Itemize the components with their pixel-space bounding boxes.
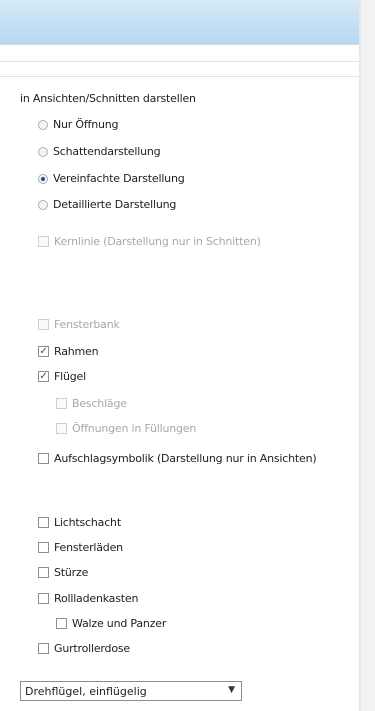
checkbox-label: Gurtrollerdose <box>54 642 130 655</box>
check-gurtrollerdose[interactable]: Gurtrollerdose <box>38 642 130 655</box>
check-rahmen[interactable]: ✓ Rahmen <box>38 345 99 358</box>
right-gutter <box>361 0 375 711</box>
checkbox[interactable] <box>38 453 49 464</box>
toolbar-divider <box>0 61 359 62</box>
check-beschlaege[interactable]: Beschläge <box>56 397 127 410</box>
checkbox[interactable] <box>38 517 49 528</box>
check-rollladenkasten[interactable]: Rollladenkasten <box>38 592 138 605</box>
check-fensterlaeden[interactable]: Fensterläden <box>38 541 123 554</box>
checkbox[interactable] <box>38 542 49 553</box>
check-lichtschacht[interactable]: Lichtschacht <box>38 516 121 529</box>
radio-button[interactable] <box>38 119 48 130</box>
check-fensterbank[interactable]: Fensterbank <box>38 318 120 331</box>
checkbox-label: Rollladenkasten <box>54 592 139 605</box>
radio-vereinfachte-darstellung[interactable]: Vereinfachte Darstellung <box>38 172 185 185</box>
toolbar-divider-2 <box>0 76 359 77</box>
checkbox-label: Rahmen <box>54 345 99 358</box>
checkbox[interactable] <box>38 643 49 654</box>
checkbox-label: Beschläge <box>72 397 127 410</box>
checkbox[interactable] <box>38 319 49 330</box>
chevron-down-icon[interactable]: ▼ <box>228 685 235 695</box>
section-title: in Ansichten/Schnitten darstellen <box>20 92 196 105</box>
radio-nur-oeffnung[interactable]: Nur Öffnung <box>38 118 119 131</box>
checkbox-label: Aufschlagsymbolik (Darstellung nur in An… <box>54 452 317 465</box>
checkbox-label: Öffnungen in Füllungen <box>72 422 197 435</box>
radio-button[interactable] <box>38 199 48 210</box>
radio-button[interactable] <box>38 146 48 157</box>
checkbox-label: Fensterläden <box>54 541 123 554</box>
radio-label: Detaillierte Darstellung <box>53 198 177 211</box>
checkbox-label: Flügel <box>54 370 86 383</box>
title-bar <box>0 0 359 45</box>
type-dropdown[interactable]: Drehflügel, einflügelig ▼ <box>20 681 242 701</box>
check-aufschlagsymbolik[interactable]: Aufschlagsymbolik (Darstellung nur in An… <box>38 452 317 465</box>
check-fluegel[interactable]: ✓ Flügel <box>38 370 86 383</box>
checkbox[interactable] <box>56 618 67 629</box>
checkbox[interactable] <box>56 398 67 409</box>
check-walze-und-panzer[interactable]: Walze und Panzer <box>56 617 166 630</box>
checkbox-label: Fensterbank <box>54 318 120 331</box>
radio-button-selected[interactable] <box>38 173 48 184</box>
radio-label: Vereinfachte Darstellung <box>53 172 185 185</box>
radio-schattendarstellung[interactable]: Schattendarstellung <box>38 145 161 158</box>
checkbox[interactable] <box>38 236 49 247</box>
checkbox[interactable] <box>38 567 49 578</box>
dropdown-value: Drehflügel, einflügelig <box>25 684 147 698</box>
checkbox-label: Lichtschacht <box>54 516 121 529</box>
radio-label: Nur Öffnung <box>53 118 119 131</box>
check-stuerze[interactable]: Stürze <box>38 566 88 579</box>
checkbox-label: Kernlinie (Darstellung nur in Schnitten) <box>54 235 261 248</box>
checkbox[interactable] <box>56 423 67 434</box>
radio-detaillierte-darstellung[interactable]: Detaillierte Darstellung <box>38 198 176 211</box>
radio-label: Schattendarstellung <box>53 145 161 158</box>
checkbox-checked[interactable]: ✓ <box>38 346 49 357</box>
checkbox[interactable] <box>38 593 49 604</box>
checkbox-label: Stürze <box>54 566 89 579</box>
checkbox-label: Walze und Panzer <box>72 617 167 630</box>
checkbox-checked[interactable]: ✓ <box>38 371 49 382</box>
check-kernlinie[interactable]: Kernlinie (Darstellung nur in Schnitten) <box>38 235 261 248</box>
check-oeffnungen-in-fuellungen[interactable]: Öffnungen in Füllungen <box>56 422 196 435</box>
